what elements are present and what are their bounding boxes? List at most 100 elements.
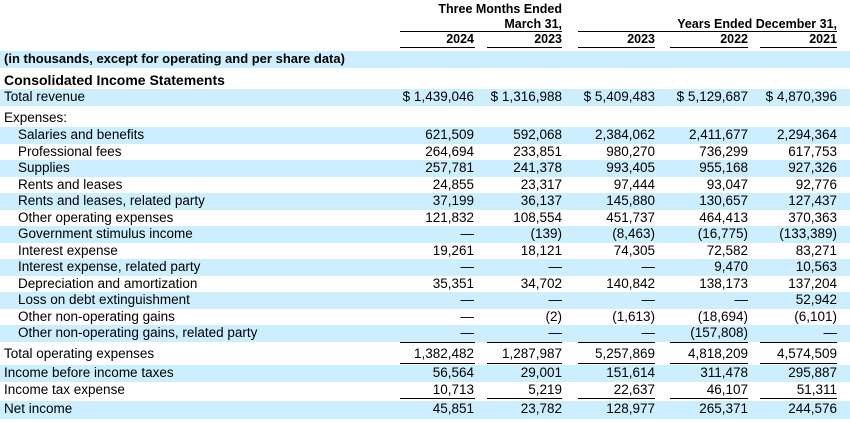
table-row: Rents and leases, related party 37,199 3…: [0, 193, 850, 210]
cell-value: 980,270: [606, 143, 655, 159]
cell-value: $ 5,409,483: [583, 89, 655, 104]
total-rule-col0: [400, 363, 475, 364]
subtotal-rule-col3: [670, 342, 748, 343]
cell-value: 370,363: [788, 209, 837, 225]
cell-value: 2,294,364: [776, 127, 837, 142]
row-label: Salaries and benefits: [18, 127, 145, 142]
cell-value: 35,351: [432, 275, 474, 291]
row-label: Income before income taxes: [4, 365, 174, 380]
section-title: Consolidated Income Statements: [4, 72, 225, 88]
cell-value: —: [823, 325, 838, 340]
cell-value: —: [641, 325, 656, 340]
units-note: (in thousands, except for operating and …: [4, 51, 345, 66]
cell-value: 145,880: [606, 193, 655, 208]
header-rule-col1: [487, 47, 562, 48]
cell-value: 121,832: [425, 209, 474, 225]
cell-value: 2,411,677: [688, 127, 748, 142]
cell-value: $ 1,439,046: [402, 89, 474, 104]
row-label: Government stimulus income: [18, 226, 193, 241]
cell-value: 127,437: [788, 193, 837, 208]
cell-value: 22,637: [613, 381, 655, 397]
row-label: Expenses:: [4, 110, 68, 125]
cell-value: 37,199: [432, 193, 474, 208]
table-row: Government stimulus income — (139) (8,46…: [0, 226, 850, 243]
cell-value: $ 5,129,687: [676, 89, 748, 104]
header-years-ended: Years Ended December 31,: [677, 17, 837, 31]
table-row: Professional fees 264,694 233,851 980,27…: [0, 144, 850, 161]
tax-rule-col0: [400, 398, 475, 399]
cell-value: 295,887: [788, 365, 837, 380]
row-label: Net income: [4, 401, 73, 416]
table-row: Salaries and benefits 621,509 592,068 2,…: [0, 127, 850, 144]
cell-value: —: [460, 308, 475, 324]
cell-value: (1,613): [612, 308, 655, 324]
header-year-col2: 2023: [627, 32, 655, 46]
cell-value: 244,576: [788, 401, 837, 416]
cell-value: 2,384,062: [594, 127, 655, 142]
cell-value: 4,818,209: [687, 346, 748, 361]
table-row: Rents and leases 24,855 23,317 97,444 93…: [0, 177, 850, 194]
table-row: Total revenue $ 1,439,046 $ 1,316,988 $ …: [0, 89, 850, 106]
cell-value: (139): [530, 226, 562, 241]
cell-value: 130,657: [699, 193, 748, 208]
table-row: Depreciation and amortization 35,351 34,…: [0, 276, 850, 293]
cell-value: 264,694: [425, 143, 474, 159]
income-statement-table: Three Months Ended March 31, Years Ended…: [0, 0, 850, 422]
table-row: Loss on debt extinguishment — — — — 52,9…: [0, 292, 850, 309]
cell-value: 29,001: [520, 365, 562, 380]
cell-value: 1,382,482: [413, 346, 474, 361]
cell-value: (133,389): [779, 226, 837, 241]
cell-value: 97,444: [613, 176, 655, 192]
cell-value: 4,574,509: [776, 346, 837, 361]
cell-value: —: [548, 325, 563, 340]
cell-value: 1,287,987: [501, 346, 562, 361]
total-rule-col3: [670, 363, 748, 364]
row-label: Depreciation and amortization: [18, 275, 198, 291]
row-label: Other non-operating gains: [18, 308, 175, 324]
cell-value: (18,694): [697, 308, 748, 324]
cell-value: 45,851: [432, 401, 474, 416]
cell-value: —: [460, 325, 475, 340]
cell-value: 83,271: [795, 242, 837, 258]
table-row: Other operating expenses 121,832 108,554…: [0, 210, 850, 227]
cell-value: (157,808): [690, 325, 748, 340]
cell-value: 451,737: [606, 209, 655, 225]
cell-value: 10,563: [795, 259, 837, 274]
cell-value: 74,305: [613, 242, 655, 258]
cell-value: —: [548, 259, 563, 274]
header-three-months-line1: Three Months Ended: [438, 2, 562, 16]
cell-value: —: [548, 292, 563, 307]
table-row: Other non-operating gains, related party…: [0, 325, 850, 342]
row-label: Other non-operating gains, related party: [18, 325, 258, 340]
row-label: Loss on debt extinguishment: [18, 292, 190, 307]
cell-value: 19,261: [432, 242, 474, 258]
cell-value: 5,219: [528, 381, 562, 397]
row-label: Other operating expenses: [18, 209, 174, 225]
cell-value: (8,463): [612, 226, 655, 241]
total-rule-col2: [578, 363, 655, 364]
cell-value: 128,977: [606, 401, 655, 416]
cell-value: 464,413: [699, 209, 748, 225]
cell-value: 18,121: [520, 242, 562, 258]
table-row: Net income 45,851 23,782 128,977 265,371…: [0, 401, 850, 419]
header-year-col4: 2021: [809, 32, 837, 46]
table-row: Income before income taxes 56,564 29,001…: [0, 365, 850, 382]
total-rule-col4: [760, 363, 837, 364]
header-rule-three-months: [400, 31, 562, 32]
cell-value: 92,776: [795, 176, 837, 192]
cell-value: (16,775): [697, 226, 748, 241]
row-label: Supplies: [18, 160, 70, 175]
cell-value: —: [460, 292, 475, 307]
cell-value: 5,257,869: [594, 346, 655, 361]
cell-value: 592,068: [513, 127, 562, 142]
cell-value: 36,137: [520, 193, 562, 208]
cell-value: 108,554: [513, 209, 562, 225]
table-row: Total operating expenses 1,382,482 1,287…: [0, 346, 850, 363]
cell-value: $ 4,870,396: [765, 89, 837, 104]
row-label: Income tax expense: [4, 381, 125, 397]
subtotal-rule-col0: [400, 342, 475, 343]
header-rule-col4: [760, 47, 837, 48]
header-year-col1: 2023: [534, 32, 562, 46]
row-label: Professional fees: [18, 143, 122, 159]
cell-value: 241,378: [513, 160, 562, 175]
